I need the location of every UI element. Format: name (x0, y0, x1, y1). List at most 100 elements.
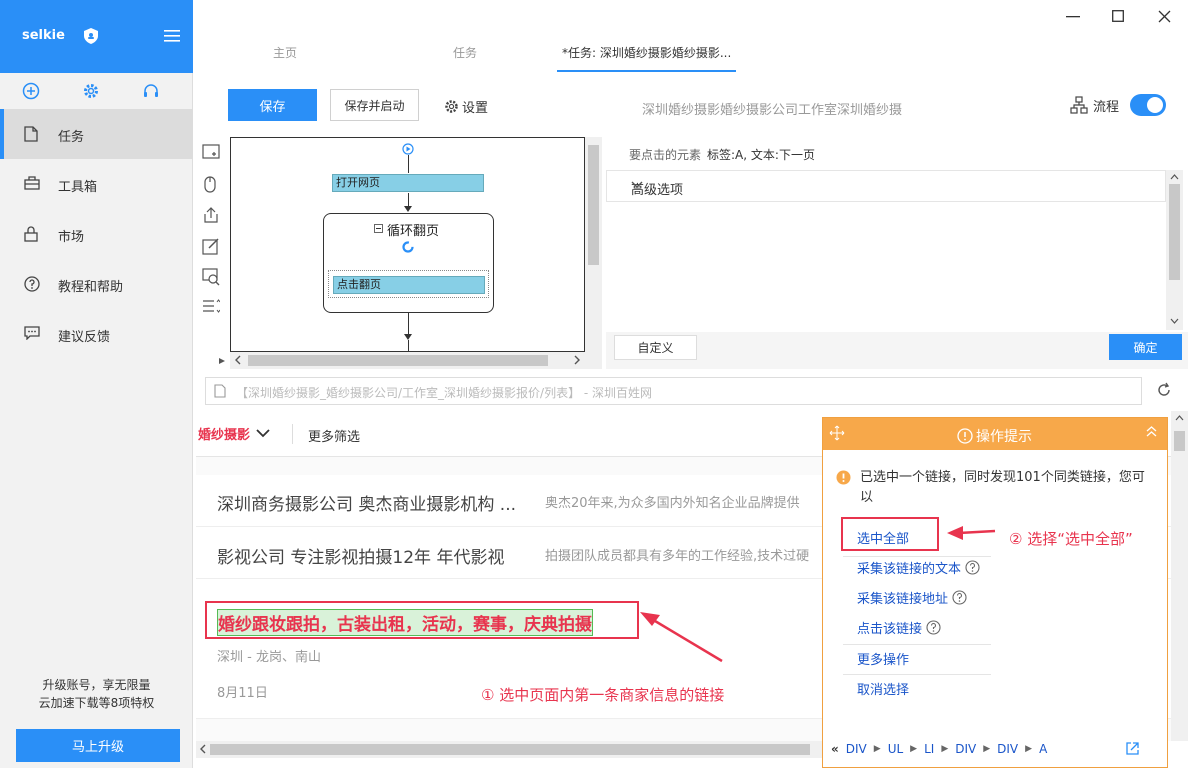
flowchart-icon (1070, 96, 1088, 114)
sidebar-item-label: 任务 (58, 130, 85, 145)
help-icon (24, 276, 40, 292)
target-value: 标签:A, 文本:下一页 (707, 148, 815, 162)
breadcrumb-item[interactable]: A (1039, 742, 1047, 756)
scroll-thumb[interactable] (1169, 184, 1180, 280)
upgrade-button[interactable]: 马上升级 (16, 729, 180, 762)
collect-text-label: 采集该链接的文本 (857, 562, 962, 577)
refresh-icon[interactable] (1156, 382, 1172, 398)
breadcrumb-item[interactable]: DIV (846, 742, 867, 756)
edit-icon[interactable] (202, 237, 220, 255)
collapse-icon[interactable] (374, 224, 383, 233)
settings-button[interactable]: 设置 (444, 97, 488, 116)
export-icon[interactable] (202, 206, 220, 224)
loop-container[interactable]: 循环翻页 点击翻页 (323, 213, 494, 313)
sidebar-item-feedback[interactable]: 建议反馈 (0, 309, 193, 359)
sidebar-item-task[interactable]: 任务 (0, 109, 193, 159)
connector (408, 340, 409, 351)
web-horizontal-scrollbar[interactable] (196, 741, 828, 758)
selected-link[interactable]: 婚纱跟妆跟拍，古装出租，活动，赛事，庆典拍摄 (217, 609, 593, 636)
tips-header: 操作提示 (823, 418, 1167, 450)
node-open-page[interactable]: 打开网页 (332, 174, 484, 192)
save-and-start-button[interactable]: 保存并启动 (330, 89, 419, 121)
custom-button[interactable]: 自定义 (614, 335, 697, 360)
settings-label: 设置 (462, 101, 489, 116)
flow-toggle[interactable]: 流程 (1070, 94, 1167, 116)
close-icon[interactable] (1158, 10, 1171, 23)
advanced-options-dropdown[interactable]: 高级选项 (606, 170, 1166, 202)
listing-title-link[interactable]: 影视公司 专注影视拍摄12年 年代影视 (217, 543, 504, 568)
help-circle-icon[interactable] (926, 620, 941, 635)
chevron-down-icon[interactable] (1170, 318, 1179, 324)
sidebar-item-market[interactable]: 市场 (0, 209, 193, 259)
list-icon[interactable] (202, 299, 220, 313)
confirm-button[interactable]: 确定 (1109, 334, 1182, 360)
element-path-breadcrumb: « DIV ▶ UL ▶ LI ▶ DIV ▶ DIV ▶ A (831, 742, 1047, 756)
app-name: selkie (22, 28, 65, 43)
help-circle-icon[interactable] (965, 560, 980, 575)
gear-icon[interactable] (82, 82, 102, 102)
breadcrumb-item[interactable]: UL (888, 742, 903, 756)
hamburger-menu-icon[interactable] (164, 30, 180, 42)
workflow-canvas[interactable]: 打开网页 循环翻页 点击翻页 (230, 137, 585, 352)
scroll-thumb[interactable] (210, 744, 810, 755)
maximize-icon[interactable] (1112, 10, 1124, 22)
help-circle-icon[interactable] (952, 590, 967, 605)
tab-current-task[interactable]: *任务: 深圳婚纱摄影婚纱摄影... (562, 44, 731, 61)
breadcrumb-item[interactable]: DIV (955, 742, 976, 756)
connector (408, 193, 409, 207)
workflow-vertical-scrollbar[interactable] (585, 137, 602, 369)
divider (292, 424, 293, 444)
listing-title-link[interactable]: 深圳商务摄影公司 奥杰商业摄影机构 ... (217, 490, 516, 515)
select-all-label: 选中全部 (857, 532, 910, 547)
tips-message: 已选中一个链接，同时发现101个同类链接，您可以 (860, 470, 1145, 505)
scroll-thumb[interactable] (588, 145, 599, 265)
workflow-horizontal-scrollbar[interactable] (230, 352, 585, 369)
annotation-arrow-2 (947, 526, 996, 540)
more-actions-option[interactable]: 更多操作 (857, 649, 909, 668)
chevron-left-icon[interactable] (199, 744, 207, 754)
headset-icon[interactable] (142, 82, 162, 102)
cancel-selection-option[interactable]: 取消选择 (857, 679, 909, 698)
chevron-right-icon[interactable] (573, 355, 581, 365)
warning-icon (836, 470, 851, 485)
collect-url-option[interactable]: 采集该链接地址 (857, 588, 967, 607)
double-chevron-left-icon[interactable]: « (831, 742, 839, 756)
config-scrollbar[interactable] (1166, 170, 1183, 330)
search-element-icon[interactable] (202, 268, 220, 286)
mouse-icon[interactable] (202, 175, 218, 193)
add-icon[interactable] (22, 82, 42, 102)
scroll-thumb[interactable] (248, 355, 548, 366)
minimize-icon[interactable] (1066, 16, 1080, 18)
collect-text-option[interactable]: 采集该链接的文本 (857, 558, 980, 577)
sidebar-item-help[interactable]: 教程和帮助 (0, 259, 193, 309)
tab-home[interactable]: 主页 (273, 44, 297, 61)
external-link-icon[interactable] (1125, 741, 1140, 756)
web-vertical-scrollbar[interactable] (1171, 411, 1188, 741)
breadcrumb-separator: ▶ (941, 744, 949, 754)
sidebar-item-toolbox[interactable]: 工具箱 (0, 159, 193, 209)
category-filter[interactable]: 婚纱摄影 (198, 424, 270, 443)
selected-link-highlight[interactable]: 婚纱跟妆跟拍，古装出租，活动，赛事，庆典拍摄 (205, 601, 639, 639)
address-bar[interactable]: 【深圳婚纱摄影_婚纱摄影公司/工作室_深圳婚纱摄影报价/列表】 - 深圳百姓网 (205, 377, 1142, 405)
chevron-left-icon[interactable] (234, 355, 242, 365)
more-filters-link[interactable]: 更多筛选 (308, 426, 360, 445)
click-link-option[interactable]: 点击该链接 (857, 618, 941, 637)
select-all-option[interactable]: 选中全部 (857, 528, 909, 547)
move-icon[interactable] (829, 425, 845, 441)
collapse-up-icon[interactable] (1146, 426, 1157, 437)
flow-switch[interactable] (1130, 94, 1167, 116)
tab-tasks[interactable]: 任务 (453, 44, 477, 61)
shield-icon[interactable] (84, 28, 98, 44)
breadcrumb-item[interactable]: LI (924, 742, 934, 756)
breadcrumb-item[interactable]: DIV (997, 742, 1018, 756)
chevron-up-icon[interactable] (1175, 415, 1184, 421)
scroll-thumb[interactable] (1174, 431, 1185, 451)
save-button[interactable]: 保存 (228, 89, 317, 121)
sidebar-item-label: 教程和帮助 (58, 280, 124, 295)
chevron-up-icon[interactable] (1170, 174, 1179, 180)
element-config-panel: 要点击的元素 标签:A, 文本:下一页 高级选项 自定义 确定 (603, 137, 1188, 369)
node-click-page[interactable]: 点击翻页 (333, 276, 485, 294)
add-step-icon[interactable] (202, 144, 220, 160)
expand-icon[interactable] (218, 357, 226, 365)
brand-header: selkie (0, 0, 193, 73)
